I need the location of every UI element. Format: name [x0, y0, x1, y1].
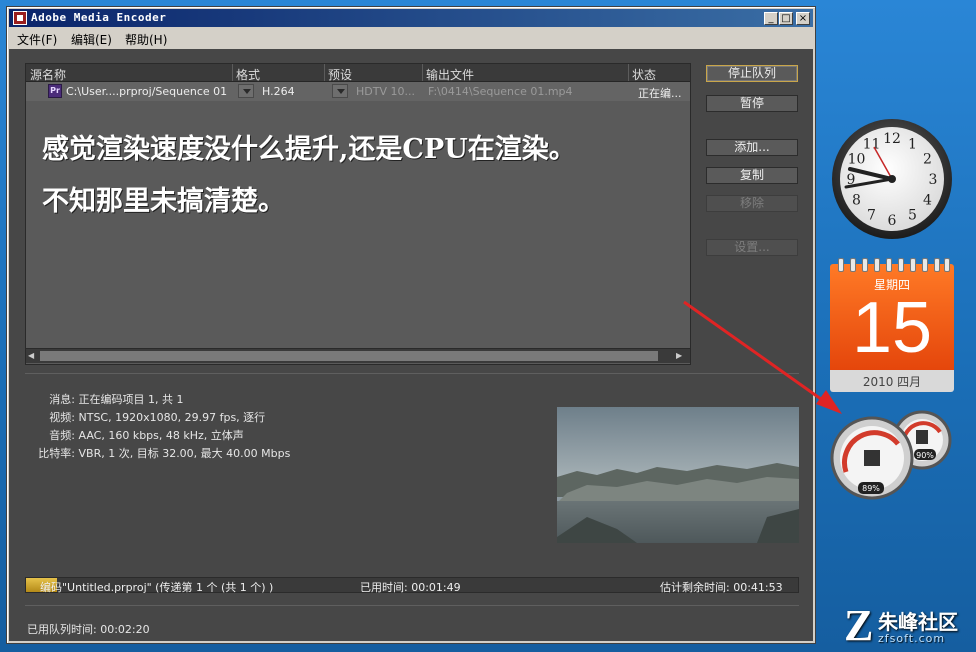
video-preview	[557, 407, 799, 543]
column-status[interactable]: 状态	[632, 66, 656, 83]
media-encoder-window: Adobe Media Encoder _ □ × 文件(F) 编辑(E) 帮助…	[6, 6, 816, 644]
row-source: C:\User....prproj/Sequence 01	[66, 85, 228, 98]
remaining-time: 估计剩余时间: 00:41:53	[660, 581, 783, 594]
queue-header: 源名称 格式 预设 输出文件 状态	[26, 64, 690, 82]
clock-numeral: 3	[929, 172, 938, 188]
info-bitrate: 比特率: VBR, 1 次, 目标 32.00, 最大 40.00 Mbps	[38, 447, 291, 460]
divider	[25, 605, 799, 606]
menu-bar: 文件(F) 编辑(E) 帮助(H)	[9, 29, 813, 47]
scroll-thumb[interactable]	[40, 351, 658, 361]
clock-numeral: 5	[908, 208, 917, 224]
preset-dropdown-icon[interactable]	[332, 84, 348, 98]
add-button[interactable]: 添加...	[706, 139, 798, 156]
memory-icon	[916, 430, 928, 444]
calendar-gadget[interactable]: 星期四 15 2010 四月	[830, 258, 954, 392]
row-preset[interactable]: HDTV 10...	[356, 85, 415, 98]
queue-row[interactable]: Pr C:\User....prproj/Sequence 01 H.264 H…	[26, 82, 690, 101]
row-output[interactable]: F:\0414\Sequence 01.mp4	[428, 85, 573, 98]
horizontal-scrollbar[interactable]: ◀ ▶	[26, 348, 690, 363]
watermark-z: Z	[844, 601, 874, 650]
remove-button[interactable]: 移除	[706, 195, 798, 212]
row-status: 正在编...	[638, 87, 682, 100]
annotation-line-1: 感觉渲染速度没什么提升,还是CPU在渲染。	[42, 134, 576, 165]
window-title: Adobe Media Encoder	[31, 11, 167, 24]
info-video: 视频: NTSC, 1920x1080, 29.97 fps, 逐行	[49, 411, 266, 424]
app-icon	[13, 11, 27, 25]
duplicate-button[interactable]: 复制	[706, 167, 798, 184]
title-bar[interactable]: Adobe Media Encoder _ □ ×	[9, 9, 813, 27]
minimize-button[interactable]: _	[764, 12, 778, 25]
format-dropdown-icon[interactable]	[238, 84, 254, 98]
divider	[25, 373, 799, 374]
encode-queue: 源名称 格式 预设 输出文件 状态 Pr C:\User....prproj/S…	[25, 63, 691, 365]
clock-numeral: 7	[867, 208, 876, 224]
clock-numeral: 8	[852, 193, 861, 209]
settings-button[interactable]: 设置...	[706, 239, 798, 256]
annotation-line-2: 不知那里未搞清楚。	[42, 186, 285, 217]
scroll-left-icon[interactable]: ◀	[28, 351, 38, 361]
column-source[interactable]: 源名称	[30, 66, 66, 83]
info-message: 消息: 正在编码项目 1, 共 1	[49, 393, 184, 406]
pause-button[interactable]: 暂停	[706, 95, 798, 112]
column-preset[interactable]: 预设	[328, 66, 352, 83]
row-format[interactable]: H.264	[262, 85, 295, 98]
stop-queue-button[interactable]: 停止队列	[706, 65, 798, 82]
clock-numeral: 10	[848, 152, 866, 168]
column-output[interactable]: 输出文件	[426, 66, 474, 83]
menu-help[interactable]: 帮助(H)	[125, 31, 167, 48]
cpu-meter-gadget[interactable]: 90% 89%	[828, 410, 958, 500]
clock-numeral: 11	[863, 136, 881, 152]
client-area: 源名称 格式 预设 输出文件 状态 Pr C:\User....prproj/S…	[9, 49, 813, 641]
clock-numeral: 1	[908, 136, 917, 152]
clock-numeral: 12	[883, 131, 901, 147]
clock-numeral: 6	[888, 213, 897, 229]
clock-gadget[interactable]: 12 1 2 3 4 5 6 7 8 9 10 11	[830, 117, 954, 241]
cpu-percent: 89%	[862, 484, 880, 493]
calendar-day: 15	[851, 288, 933, 368]
menu-edit[interactable]: 编辑(E)	[71, 31, 112, 48]
scroll-right-icon[interactable]: ▶	[676, 351, 686, 361]
clock-face-icon: 12 1234567891011	[832, 119, 952, 239]
close-button[interactable]: ×	[796, 12, 810, 25]
column-format[interactable]: 格式	[236, 66, 260, 83]
maximize-button[interactable]: □	[779, 12, 793, 25]
premiere-project-icon: Pr	[48, 84, 62, 98]
info-audio: 音频: AAC, 160 kbps, 48 kHz, 立体声	[49, 429, 244, 442]
progress-task: 编码"Untitled.prproj" (传递第 1 个 (共 1 个) )	[40, 581, 274, 594]
clock-numeral: 4	[923, 193, 932, 209]
calendar-month: 2010 四月	[862, 375, 922, 389]
queue-elapsed-time: 已用队列时间: 00:02:20	[27, 623, 150, 636]
menu-file[interactable]: 文件(F)	[17, 31, 57, 48]
annotation-text: 感觉渲染速度没什么提升,还是CPU在渲染。 不知那里未搞清楚。	[42, 124, 682, 228]
encode-progress-bar: 编码"Untitled.prproj" (传递第 1 个 (共 1 个) ) 已…	[25, 577, 799, 594]
cpu-icon	[864, 450, 880, 466]
watermark-text: 朱峰社区	[878, 610, 958, 634]
watermark-url: zfsoft.com	[878, 632, 946, 645]
memory-percent: 90%	[916, 451, 934, 460]
clock-numeral: 2	[923, 152, 932, 168]
watermark-logo: Z 朱峰社区 zfsoft.com	[844, 604, 976, 652]
elapsed-time: 已用时间: 00:01:49	[360, 581, 461, 594]
